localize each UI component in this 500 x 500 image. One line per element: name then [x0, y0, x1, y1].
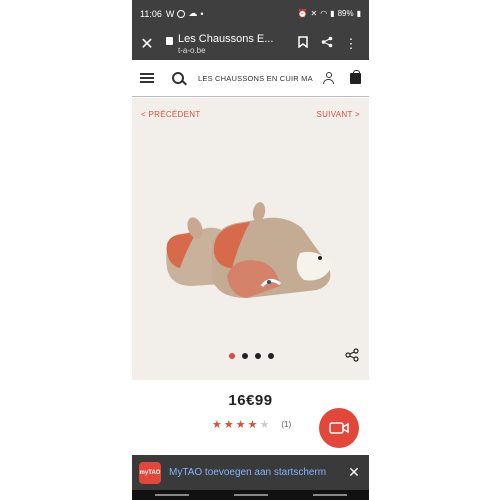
dot-icon: •: [200, 8, 204, 19]
nav-recents[interactable]: [312, 494, 347, 496]
cart-icon[interactable]: [350, 69, 361, 84]
instagram-icon: [177, 9, 186, 18]
browser-toolbar: ✕ Les Chaussons E... t-a-o.be ⋮: [132, 27, 369, 60]
page-title: Les Chaussons E...: [178, 32, 274, 45]
product-price: 16€99: [228, 392, 273, 409]
star-empty-icon: ★: [259, 419, 270, 431]
banner-message[interactable]: MyTAO toevoegen aan startscherm: [169, 467, 346, 478]
alarm-icon: ⏰: [297, 9, 308, 18]
notification-icons: W ☁ •: [166, 8, 204, 19]
product-image[interactable]: [152, 198, 352, 318]
status-time: 11:06: [140, 8, 162, 19]
product-gallery: < PRÉCÉDENT SUIVANT >: [132, 98, 369, 380]
rating-count: (1): [281, 420, 292, 429]
account-icon[interactable]: [323, 72, 334, 84]
breadcrumb[interactable]: LES CHAUSSONS EN CUIR MA...: [198, 74, 313, 83]
video-call-button[interactable]: [319, 408, 359, 448]
bookmark-icon[interactable]: [291, 36, 315, 51]
lock-icon: [166, 36, 173, 45]
share-product-icon[interactable]: [345, 348, 359, 362]
previous-link[interactable]: < PRÉCÉDENT: [141, 110, 201, 119]
product-info: 16€99 ★ ★ ★ ★ ★ (1): [132, 380, 369, 455]
battery-level: 89%: [337, 9, 354, 18]
image-pagination: [229, 353, 274, 359]
system-nav-bar: [132, 490, 369, 500]
pagination-dot[interactable]: [229, 353, 235, 359]
nav-back[interactable]: [154, 494, 189, 496]
star-icon: ★: [235, 419, 246, 431]
star-icon: ★: [223, 419, 234, 431]
star-icon: ★: [247, 419, 258, 431]
nav-home[interactable]: [233, 494, 268, 496]
pagination-dot[interactable]: [255, 353, 261, 359]
add-to-homescreen-banner[interactable]: myTAO MyTAO toevoegen aan startscherm ✕: [132, 455, 369, 490]
video-camera-icon: [329, 422, 349, 434]
close-tab-icon[interactable]: ✕: [138, 34, 156, 54]
close-banner-icon[interactable]: ✕: [346, 464, 362, 481]
page-domain: t-a-o.be: [178, 45, 206, 55]
w-icon: W: [165, 8, 175, 19]
search-icon[interactable]: [172, 72, 184, 84]
pagination-dot[interactable]: [268, 353, 274, 359]
next-link[interactable]: SUIVANT >: [316, 110, 360, 119]
system-icons: ⏰ ✕ ◠ ▮ 89% ▮: [298, 9, 361, 18]
more-options-icon[interactable]: ⋮: [339, 36, 363, 52]
signal-icon: ▮: [330, 9, 335, 18]
star-icon: ★: [212, 419, 222, 431]
battery-icon: ▮: [356, 9, 361, 18]
phone-screen: 11:06 W ☁ • ⏰ ✕ ◠ ▮ 89% ▮ ✕ Les Chausson…: [132, 0, 369, 500]
site-header: LES CHAUSSONS EN CUIR MA...: [132, 60, 369, 97]
mute-icon: ✕: [310, 9, 318, 18]
rating-stars[interactable]: ★ ★ ★ ★ ★ (1): [212, 418, 291, 431]
mytao-logo: myTAO: [139, 461, 161, 484]
status-bar: 11:06 W ☁ • ⏰ ✕ ◠ ▮ 89% ▮: [132, 0, 369, 27]
pagination-dot[interactable]: [242, 353, 248, 359]
wifi-icon: ◠: [320, 9, 328, 18]
cloud-icon: ☁: [188, 8, 198, 18]
menu-icon[interactable]: [140, 73, 154, 83]
share-icon[interactable]: [315, 36, 339, 51]
url-field[interactable]: Les Chaussons E... t-a-o.be: [178, 33, 291, 55]
